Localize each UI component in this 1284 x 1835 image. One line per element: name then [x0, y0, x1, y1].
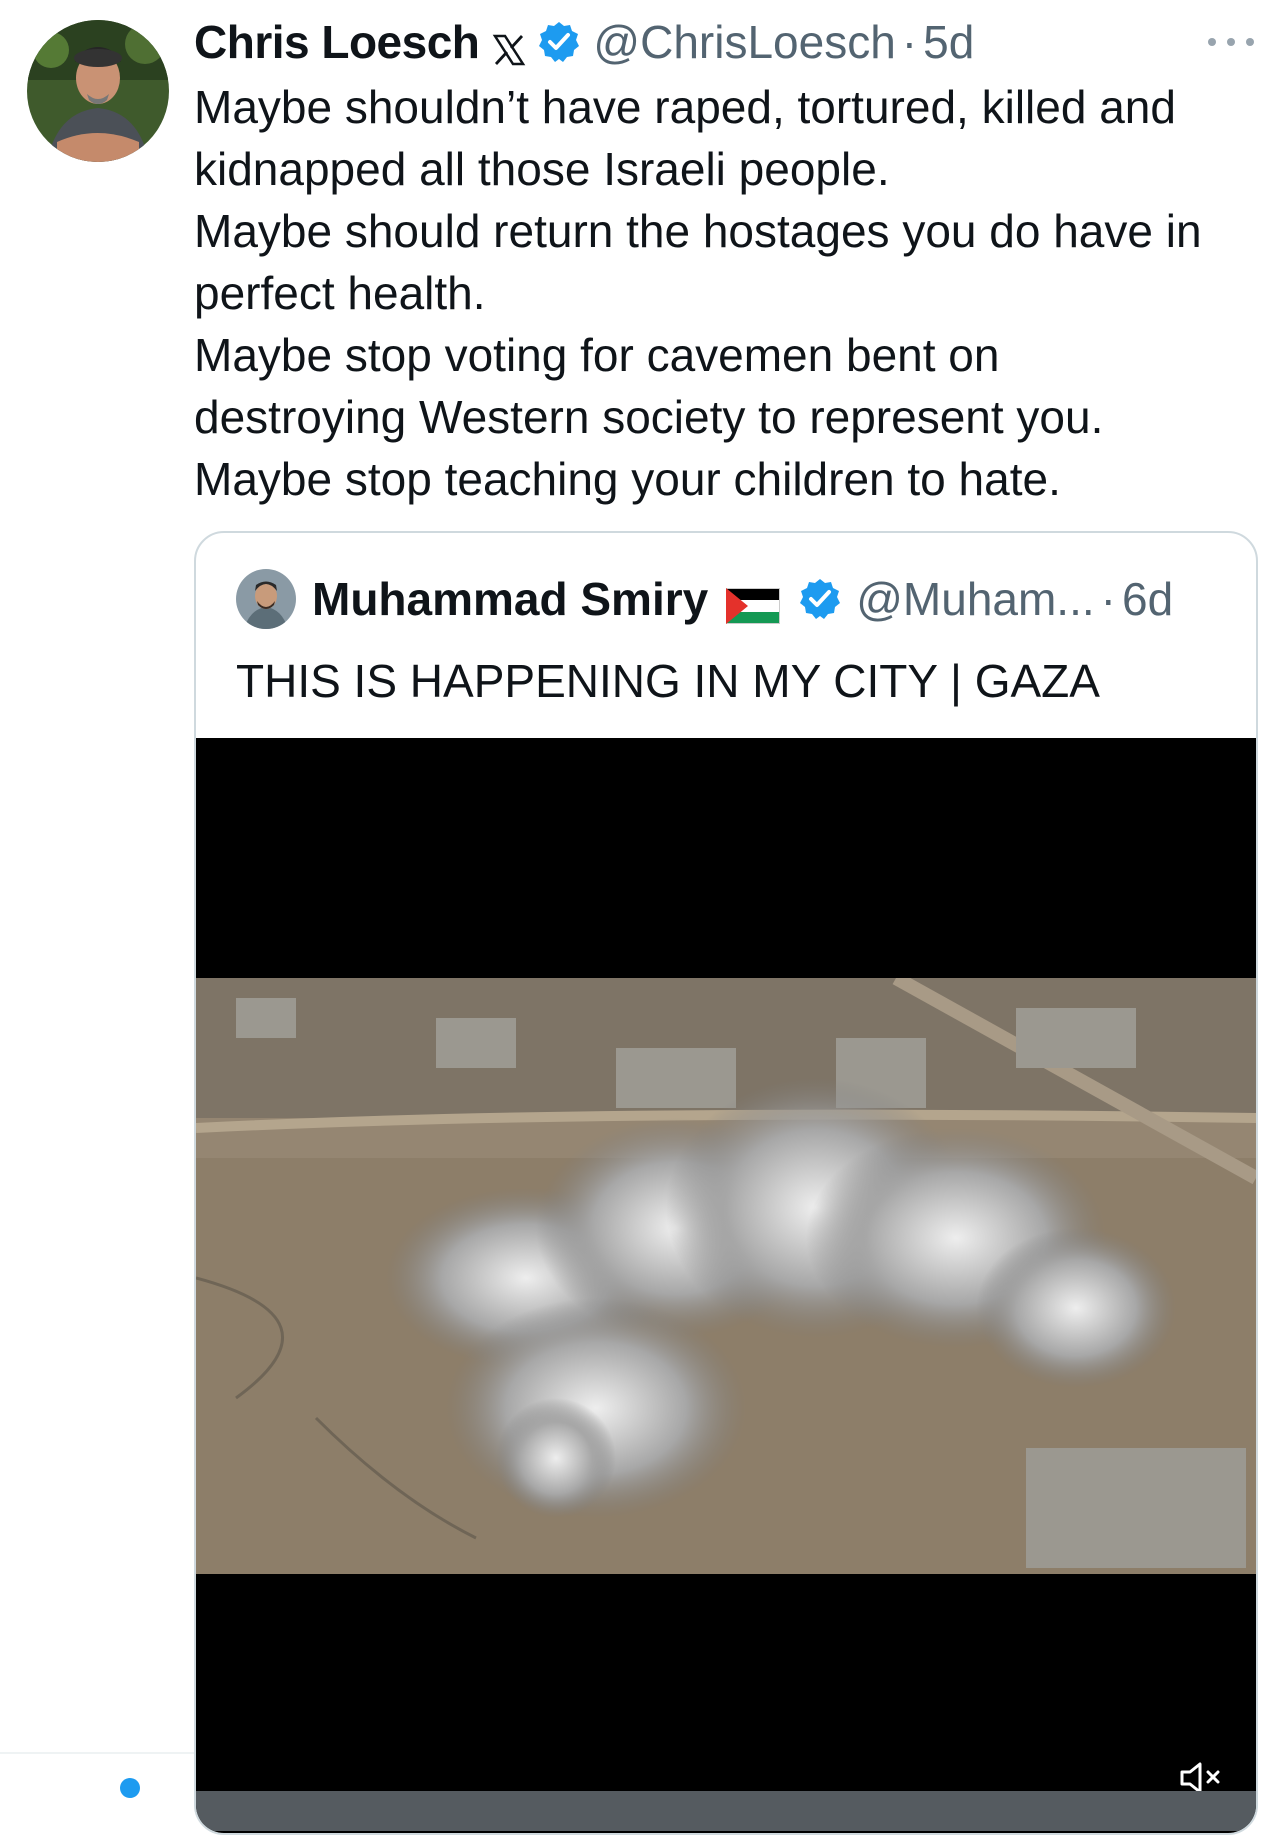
tweet-text-line: kidnapped all those Israeli people.: [194, 143, 890, 195]
separator-dot: ·: [901, 16, 918, 68]
quoted-tweet-text: THIS IS HAPPENING IN MY CITY | GAZA: [236, 655, 1100, 707]
separator-dot: ·: [1100, 573, 1116, 625]
quoted-tweet-time[interactable]: 6d: [1122, 572, 1173, 626]
author-avatar[interactable]: [27, 20, 169, 162]
tweet-text: Maybe shouldn’t have raped, tortured, ki…: [194, 76, 1254, 510]
verified-icon[interactable]: [537, 20, 581, 64]
quoted-tweet-header: Muhammad Smiry @Muham... · 6d: [236, 569, 1173, 629]
quoted-author-avatar[interactable]: [236, 569, 296, 629]
tweet-time[interactable]: 5d: [923, 14, 974, 70]
tweet-text-line: perfect health.: [194, 267, 486, 319]
author-name[interactable]: Chris Loesch: [194, 14, 480, 70]
tweet-text-line: Maybe should return the hostages you do …: [194, 205, 1202, 257]
tweet-text-line: Maybe stop teaching your children to hat…: [194, 453, 1061, 505]
quoted-author-handle[interactable]: @Muham...: [856, 572, 1094, 626]
palestine-flag-icon: [726, 581, 781, 624]
tweet-text-line: destroying Western society to represent …: [194, 391, 1104, 443]
more-options-icon[interactable]: [1208, 22, 1254, 62]
author-handle[interactable]: @ChrisLoesch: [593, 14, 895, 70]
video-progress-bar[interactable]: [196, 1791, 1256, 1831]
divider: [0, 1752, 194, 1754]
tweet-header: Chris Loesch @ChrisLoesch · 5d: [194, 14, 974, 70]
tweet-text-line: Maybe shouldn’t have raped, tortured, ki…: [194, 81, 1176, 133]
quoted-video[interactable]: [196, 738, 1256, 1833]
thread-dot-icon: [120, 1778, 140, 1798]
tweet-text-line: Maybe stop voting for cavemen bent on: [194, 329, 1000, 381]
x-logo-icon: [491, 24, 527, 66]
quoted-author-name[interactable]: Muhammad Smiry: [312, 572, 708, 626]
quoted-tweet-card[interactable]: Muhammad Smiry @Muham... · 6d THIS IS HA…: [194, 531, 1258, 1835]
verified-icon[interactable]: [798, 577, 842, 621]
video-frame: [196, 978, 1256, 1574]
